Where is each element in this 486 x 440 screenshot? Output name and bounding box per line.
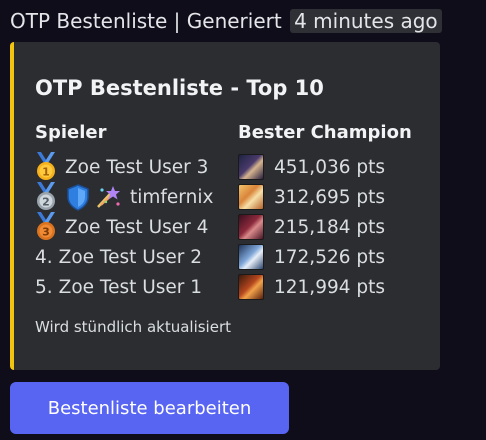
player-name: Zoe Test User 3 [65,156,209,178]
player-row-5: 5. Zoe Test User 1 [35,272,202,302]
embed-footer: Wird stündlich aktualisiert [35,318,232,336]
svg-text:1: 1 [42,166,50,179]
champion-portrait-icon [238,184,264,210]
champion-portrait-icon [238,214,264,240]
gold-medal-icon: 1 [35,152,57,182]
bronze-medal-icon: 3 [35,212,57,242]
column-header-champion: Bester Champion [238,122,412,143]
player-row-1: 1 Zoe Test User 3 [35,152,208,182]
champion-portrait-icon [238,154,264,180]
embed-accent-bar [10,42,14,370]
silver-medal-icon: 2 [35,182,57,212]
champion-row-4: 172,526 pts [238,242,385,272]
message-timestamp[interactable]: 4 minutes ago [290,9,442,33]
column-header-player: Spieler [35,122,107,143]
player-row-4: 4. Zoe Test User 2 [35,242,202,272]
champion-score: 451,036 pts [274,156,386,178]
rank-number: 4. [35,246,53,268]
champion-row-2: 312,695 pts [238,182,385,212]
message-header-text: OTP Bestenliste | Generiert [10,9,282,33]
champion-portrait-icon [238,244,264,270]
player-name: Zoe Test User 2 [58,246,203,268]
player-name: timfernix [130,186,214,208]
player-row-3: 3 Zoe Test User 4 [35,212,208,242]
shield-icon [65,182,91,212]
player-name: Zoe Test User 1 [58,276,203,298]
player-row-2: 2 timfernix [35,182,213,212]
champion-score: 172,526 pts [274,246,386,268]
svg-text:3: 3 [42,226,50,239]
champion-row-1: 451,036 pts [238,152,385,182]
edit-leaderboard-button[interactable]: Bestenliste bearbeiten [10,382,289,434]
champion-row-3: 215,184 pts [238,212,385,242]
embed-title: OTP Bestenliste - Top 10 [35,76,324,100]
leaderboard-embed: OTP Bestenliste - Top 10 Spieler Bester … [10,42,440,370]
champion-score: 215,184 pts [274,216,386,238]
champion-score: 121,994 pts [274,276,386,298]
champion-portrait-icon [238,274,264,300]
champion-score: 312,695 pts [274,186,386,208]
message-header: OTP Bestenliste | Generiert 4 minutes ag… [10,6,442,36]
champion-row-5: 121,994 pts [238,272,385,302]
sparkle-star-icon [94,182,122,212]
svg-text:2: 2 [42,196,50,209]
rank-number: 5. [35,276,53,298]
player-name: Zoe Test User 4 [65,216,209,238]
